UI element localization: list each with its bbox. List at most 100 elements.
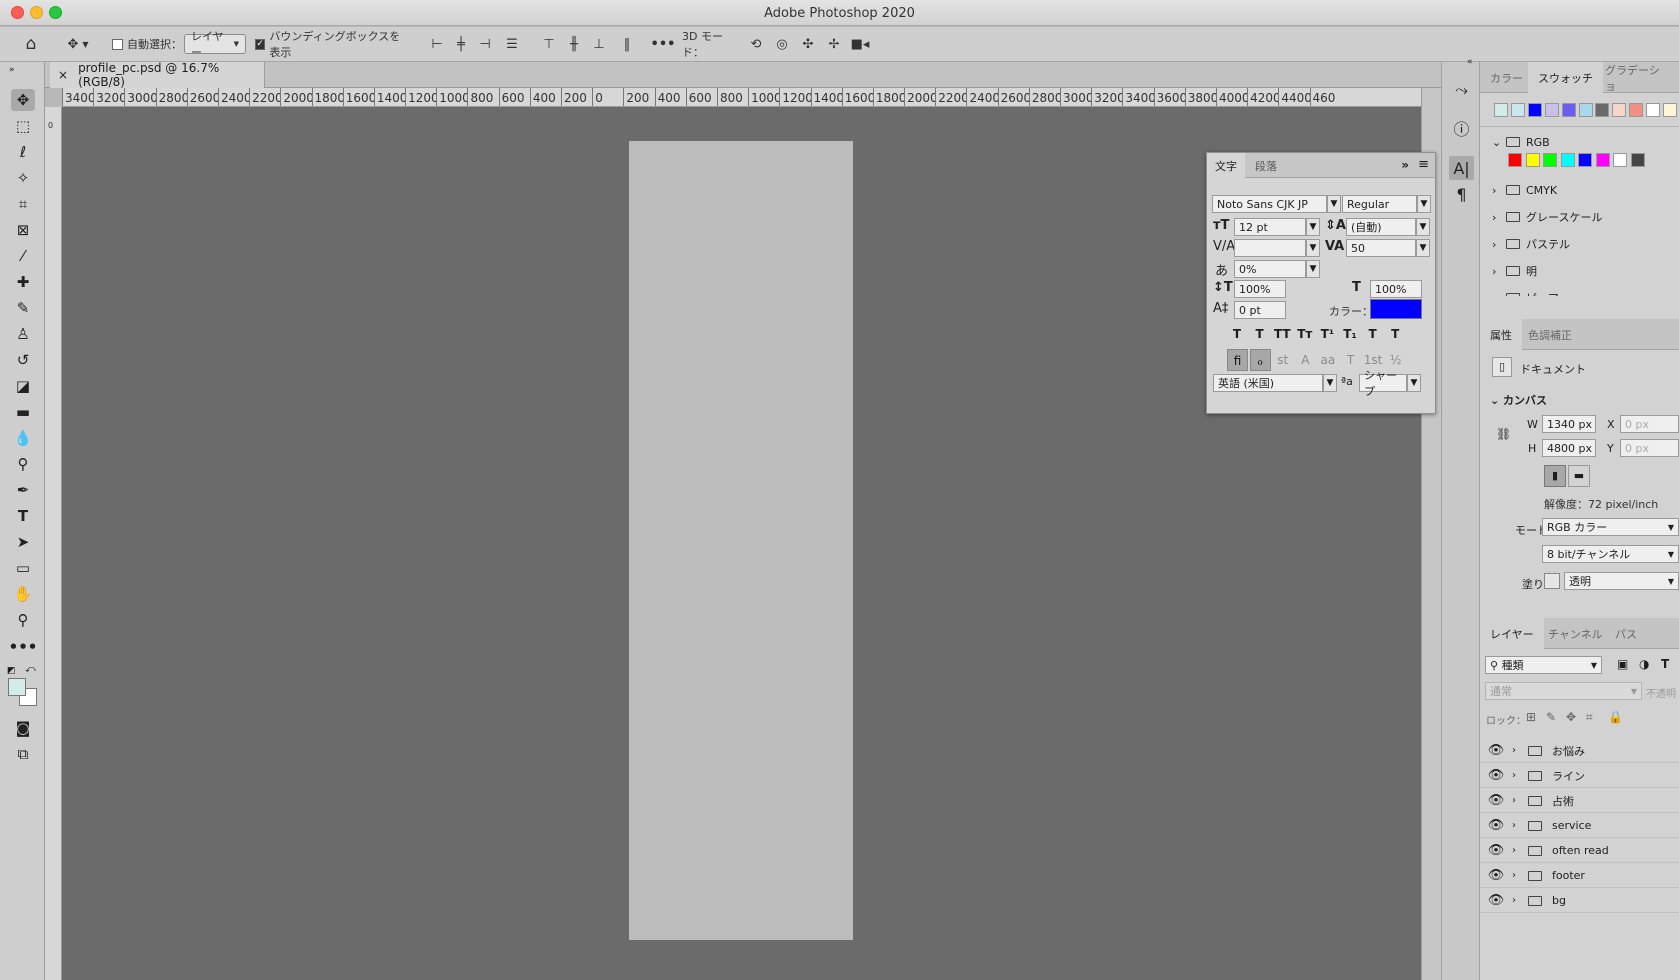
layer-row[interactable]: 👁 › bg	[1480, 889, 1679, 913]
distribute-horizontal-icon[interactable]: ‖	[618, 33, 636, 55]
swatch[interactable]	[1544, 103, 1559, 117]
history-brush-icon[interactable]: ↺	[11, 349, 35, 371]
tracking-field[interactable]: 50	[1346, 239, 1416, 257]
document-canvas[interactable]	[629, 141, 853, 940]
frame-tool-icon[interactable]: ⊠	[11, 219, 35, 241]
lock-transparent-icon[interactable]: ⊞	[1526, 710, 1536, 724]
chevron-down-icon[interactable]: ▼	[1306, 239, 1320, 257]
y-field[interactable]: 0 px	[1620, 439, 1679, 457]
swatch[interactable]	[1646, 103, 1661, 117]
stamp-tool-icon[interactable]: ♙	[11, 323, 35, 345]
filter-type-icon[interactable]: T	[1661, 657, 1669, 671]
chevron-right-icon[interactable]: ›	[1512, 770, 1524, 781]
horizontal-scale-field[interactable]: 100%	[1370, 280, 1422, 298]
align-right-icon[interactable]: ⊣	[476, 33, 494, 55]
rectangle-tool-icon[interactable]: ▭	[11, 557, 35, 579]
fill-swatch[interactable]	[1544, 573, 1560, 589]
horizontal-ruler[interactable]: 3400320030002800260024002200200018001600…	[62, 88, 1421, 107]
default-colors-icon[interactable]: ◩	[7, 666, 16, 676]
text-style-button[interactable]: T¹	[1317, 324, 1337, 344]
crop-tool-icon[interactable]: ⌗	[11, 193, 35, 215]
swatch-group[interactable]: › CMYK	[1492, 180, 1557, 200]
filter-pixel-icon[interactable]: ▣	[1617, 657, 1628, 671]
more-tools-icon[interactable]: •••	[9, 636, 38, 658]
show-bbox-checkbox[interactable]: ✓ バウンディングボックスを表示	[255, 30, 411, 59]
magic-wand-icon[interactable]: ✧	[11, 167, 35, 189]
text-style-button[interactable]: T	[1363, 324, 1383, 344]
swatch[interactable]	[1525, 153, 1540, 167]
height-field[interactable]: 4800 px	[1542, 439, 1596, 457]
panel-menu-icon[interactable]: ≡	[1418, 157, 1429, 172]
chevron-down-icon[interactable]: ▼	[1416, 239, 1430, 257]
swatch[interactable]	[1595, 153, 1610, 167]
eraser-tool-icon[interactable]: ◪	[11, 375, 35, 397]
chevron-right-icon[interactable]: ›	[1512, 795, 1524, 806]
text-color-swatch[interactable]	[1370, 299, 1422, 319]
font-size-field[interactable]: 12 pt	[1234, 218, 1306, 236]
align-bottom-icon[interactable]: ⊥	[590, 33, 608, 55]
chevron-right-icon[interactable]: ›	[1512, 845, 1524, 856]
tab-paths[interactable]: パス	[1605, 618, 1647, 649]
lock-pixels-icon[interactable]: ✎	[1546, 710, 1556, 724]
swatch-group[interactable]: › 明	[1492, 261, 1537, 281]
hand-tool-icon[interactable]: ✋	[11, 583, 35, 605]
screen-mode-icon[interactable]: ⧉	[11, 743, 35, 765]
text-style-button[interactable]: T₁	[1340, 324, 1360, 344]
align-left-icon[interactable]: ⊢	[428, 33, 446, 55]
text-style-button[interactable]: T	[1250, 324, 1270, 344]
layer-row[interactable]: 👁 › service	[1480, 814, 1679, 838]
3d-roll-icon[interactable]: ◎	[772, 33, 792, 55]
lock-all-icon[interactable]: 🔒	[1608, 710, 1623, 724]
swatch-group[interactable]: › グレースケール	[1492, 207, 1602, 227]
tab-character[interactable]: 文字	[1207, 153, 1245, 178]
swatch[interactable]	[1543, 153, 1557, 167]
swatch-group[interactable]: › ピュア	[1492, 288, 1559, 296]
paragraph-panel-icon[interactable]: ¶	[1449, 182, 1474, 206]
marquee-tool-icon[interactable]: ⬚	[11, 115, 35, 137]
swatch[interactable]	[1630, 153, 1645, 167]
tab-paragraph[interactable]: 段落	[1247, 153, 1285, 178]
layer-row[interactable]: 👁 › footer	[1480, 864, 1679, 888]
eye-icon[interactable]: 👁	[1480, 743, 1512, 758]
character-panel-icon[interactable]: A|	[1449, 156, 1474, 180]
3d-orbit-icon[interactable]: ⟲	[746, 33, 766, 55]
font-style-field[interactable]: Regular	[1342, 195, 1417, 213]
eye-icon[interactable]: 👁	[1480, 843, 1512, 858]
swatch[interactable]	[1578, 103, 1593, 117]
anti-alias-field[interactable]: シャープ	[1359, 369, 1407, 398]
swap-colors-icon[interactable]: ⤺	[25, 664, 36, 675]
swatch-group[interactable]: ⌄ RGB	[1492, 132, 1550, 152]
swatch[interactable]	[1494, 103, 1508, 117]
leading-field[interactable]: (自動)	[1346, 218, 1416, 236]
eye-icon[interactable]: 👁	[1480, 893, 1512, 908]
swatch[interactable]	[1578, 153, 1592, 167]
expand-panel-icon[interactable]: »	[1401, 158, 1409, 172]
layer-row[interactable]: 👁 › 占術	[1480, 789, 1679, 813]
swatch-group[interactable]: › パステル	[1492, 234, 1570, 254]
filter-adjustment-icon[interactable]: ◑	[1639, 657, 1649, 671]
history-panel-icon[interactable]: ⤳	[1449, 78, 1474, 102]
chevron-down-icon[interactable]: ▼	[1306, 260, 1320, 278]
depth-field[interactable]: 8 bit/チャンネル ▼	[1542, 545, 1679, 563]
chevron-down-icon[interactable]: ▼	[1306, 218, 1320, 236]
chevron-right-icon[interactable]: ›	[1512, 870, 1524, 881]
tsume-field[interactable]: 0%	[1234, 260, 1306, 278]
layer-row[interactable]: 👁 › often read	[1480, 839, 1679, 863]
chevron-down-icon[interactable]: ▼	[1327, 195, 1341, 213]
opentype-button[interactable]: aa	[1317, 349, 1338, 371]
layer-row[interactable]: 👁 › ライン	[1480, 764, 1679, 788]
dodge-tool-icon[interactable]: ⚲	[11, 453, 35, 475]
text-style-button[interactable]: Tт	[1295, 324, 1315, 344]
move-tool-preset[interactable]: ✥ ▼	[60, 33, 96, 55]
x-field[interactable]: 0 px	[1620, 415, 1679, 433]
healing-brush-icon[interactable]: ✚	[11, 271, 35, 293]
width-field[interactable]: 1340 px	[1542, 415, 1596, 433]
collapse-dock-icon[interactable]: «	[1467, 57, 1473, 67]
tab-layers[interactable]: レイヤー	[1480, 618, 1544, 649]
tab-gradients[interactable]: グラデーショ	[1595, 62, 1679, 93]
swatch[interactable]	[1510, 103, 1525, 117]
baseline-shift-field[interactable]: 0 pt	[1234, 301, 1286, 319]
mode-field[interactable]: RGB カラー ▼	[1542, 518, 1679, 536]
info-panel-icon[interactable]: ⓘ	[1449, 116, 1474, 140]
path-select-icon[interactable]: ➤	[11, 531, 35, 553]
